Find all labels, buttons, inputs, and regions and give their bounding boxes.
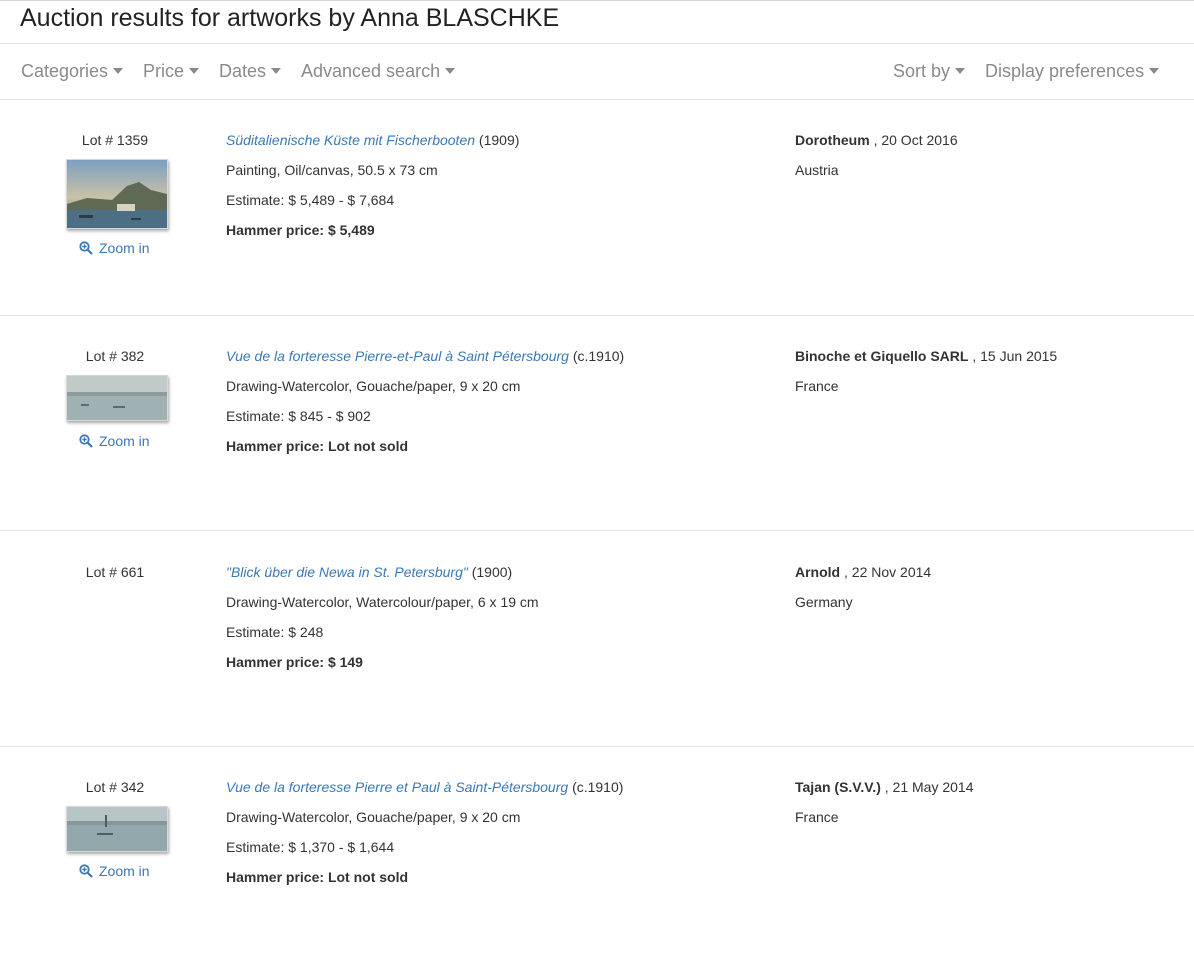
lot-row: Lot # 661 "Blick über die Newa in St. Pe… (0, 532, 1194, 747)
caret-down-icon (189, 68, 200, 74)
artwork-year: (c.1910) (572, 348, 625, 364)
caret-down-icon (955, 68, 966, 74)
artwork-thumbnail[interactable] (66, 375, 168, 421)
auction-house-date: Tajan (S.V.V.) , 21 May 2014 (795, 779, 973, 795)
artwork-title-line: Süditalienische Küste mit Fischerbooten … (226, 132, 519, 148)
caret-down-icon (445, 68, 456, 74)
auction-date: , 20 Oct 2016 (873, 132, 958, 148)
auction-date: , 21 May 2014 (884, 779, 974, 795)
auction-house: Arnold (795, 564, 841, 580)
artwork-thumbnail[interactable] (66, 806, 168, 852)
artwork-medium: Drawing-Watercolor, Watercolour/paper, 6… (226, 594, 539, 610)
price-dropdown[interactable]: Price (143, 61, 200, 82)
artwork-year: (1909) (478, 132, 520, 148)
lot-row: Lot # 1359 Zoom in Süditalienische Küste… (0, 100, 1194, 315)
filter-toolbar: Categories Price Dates Advanced search S… (0, 44, 1194, 99)
lot-number: Lot # 661 (85, 564, 145, 580)
lot-number: Lot # 1359 (81, 132, 149, 148)
artwork-medium: Drawing-Watercolor, Gouache/paper, 9 x 2… (226, 378, 521, 394)
lot-row: Lot # 342 Zoom in Vue de la forteresse P… (0, 747, 1194, 962)
zoom-in-link[interactable]: Zoom in (79, 863, 150, 879)
artwork-year: (c.1910) (572, 779, 624, 795)
caret-down-icon (113, 68, 124, 74)
auction-house: Dorotheum (795, 132, 870, 148)
advanced-search-dropdown[interactable]: Advanced search (301, 61, 456, 82)
auction-house-date: Arnold , 22 Nov 2014 (795, 564, 931, 580)
zoom-in-link[interactable]: Zoom in (79, 240, 150, 256)
display-preferences-dropdown[interactable]: Display preferences (985, 61, 1160, 82)
artwork-title-link[interactable]: "Blick über die Newa in St. Petersburg" (226, 564, 468, 580)
zoom-in-link[interactable]: Zoom in (79, 433, 150, 449)
auction-country: Germany (795, 594, 853, 610)
auction-date: , 15 Jun 2015 (972, 348, 1058, 364)
artwork-medium: Drawing-Watercolor, Gouache/paper, 9 x 2… (226, 809, 521, 825)
auction-house: Binoche et Giquello SARL (795, 348, 969, 364)
estimate: Estimate: $ 845 - $ 902 (226, 408, 371, 424)
estimate: Estimate: $ 1,370 - $ 1,644 (226, 839, 395, 855)
caret-down-icon (1149, 68, 1160, 74)
hammer-price: Hammer price: $ 149 (226, 654, 363, 670)
lot-number: Lot # 342 (85, 779, 145, 795)
artwork-title-link[interactable]: Vue de la forteresse Pierre-et-Paul à Sa… (226, 348, 569, 364)
artwork-title-link[interactable]: Vue de la forteresse Pierre et Paul à Sa… (226, 779, 568, 795)
lot-number: Lot # 382 (85, 348, 145, 364)
auction-house-date: Dorotheum , 20 Oct 2016 (795, 132, 958, 148)
artwork-title-line: "Blick über die Newa in St. Petersburg" … (226, 564, 512, 580)
artwork-year: (1900) (471, 564, 513, 580)
categories-dropdown[interactable]: Categories (21, 61, 124, 82)
dates-dropdown[interactable]: Dates (219, 61, 282, 82)
auction-house: Tajan (S.V.V.) (795, 779, 881, 795)
zoom-in-icon (79, 241, 93, 255)
artwork-title-line: Vue de la forteresse Pierre et Paul à Sa… (226, 779, 623, 795)
auction-country: Austria (795, 162, 839, 178)
zoom-in-icon (79, 864, 93, 878)
auction-date: , 22 Nov 2014 (844, 564, 932, 580)
estimate: Estimate: $ 5,489 - $ 7,684 (226, 192, 395, 208)
artwork-title-line: Vue de la forteresse Pierre-et-Paul à Sa… (226, 348, 624, 364)
hammer-price: Hammer price: $ 5,489 (226, 222, 375, 238)
sort-by-dropdown[interactable]: Sort by (893, 61, 966, 82)
auction-country: France (795, 378, 839, 394)
top-border (0, 0, 1194, 1)
auction-house-date: Binoche et Giquello SARL , 15 Jun 2015 (795, 348, 1057, 364)
artwork-thumbnail[interactable] (66, 159, 168, 229)
artwork-medium: Painting, Oil/canvas, 50.5 x 73 cm (226, 162, 438, 178)
estimate: Estimate: $ 248 (226, 624, 324, 640)
artwork-title-link[interactable]: Süditalienische Küste mit Fischerbooten (226, 132, 475, 148)
hammer-price: Hammer price: Lot not sold (226, 438, 409, 454)
hammer-price: Hammer price: Lot not sold (226, 869, 409, 885)
caret-down-icon (271, 68, 282, 74)
page-title: Auction results for artworks by Anna BLA… (20, 4, 560, 32)
zoom-in-icon (79, 434, 93, 448)
auction-country: France (795, 809, 839, 825)
divider (0, 530, 1194, 531)
lot-row: Lot # 382 Zoom in Vue de la forteresse P… (0, 316, 1194, 531)
